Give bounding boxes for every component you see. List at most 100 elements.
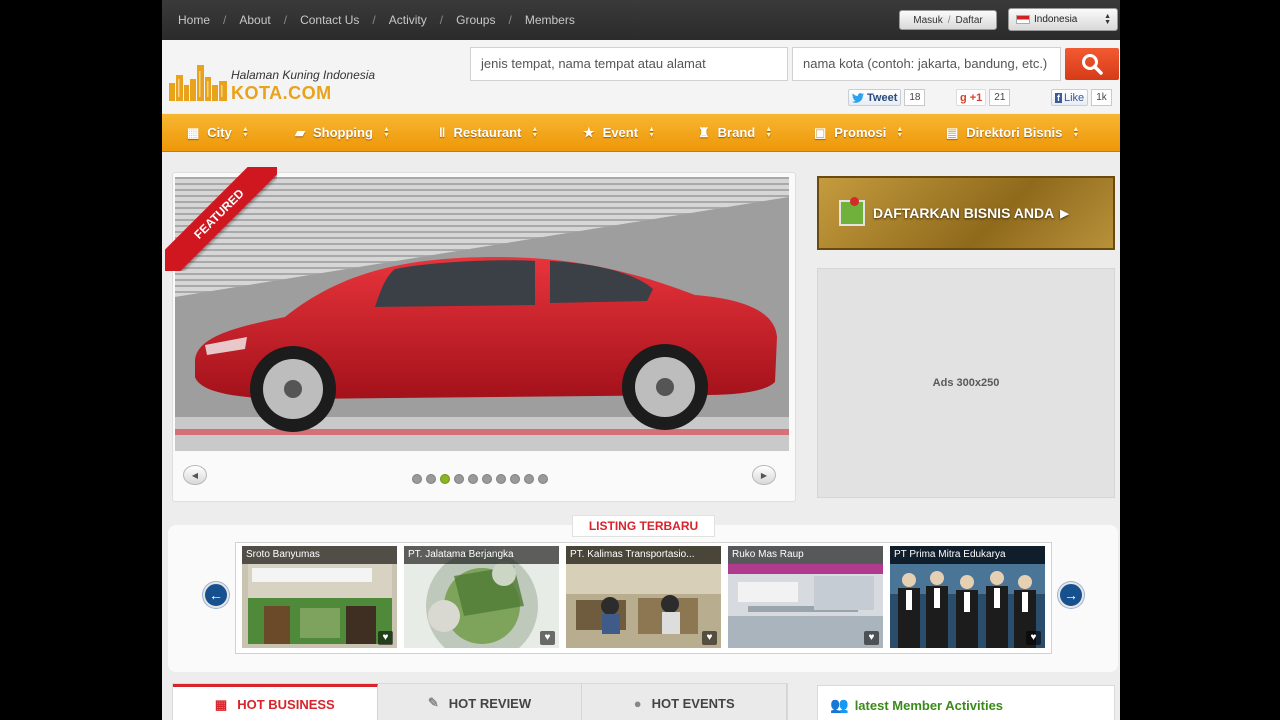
- nav-members-link[interactable]: Members: [525, 13, 575, 27]
- slider-dot[interactable]: [524, 474, 534, 484]
- nav-separator: /: [223, 13, 227, 27]
- slider-dot[interactable]: [440, 474, 450, 484]
- slider-dot[interactable]: [454, 474, 464, 484]
- heart-icon[interactable]: ♥: [864, 631, 879, 645]
- tab-hot-events-label: HOT EVENTS: [651, 695, 735, 711]
- like-label: Like: [1064, 91, 1085, 104]
- heart-icon[interactable]: ♥: [378, 631, 393, 645]
- login-link[interactable]: Masuk: [913, 15, 942, 26]
- search-button[interactable]: [1065, 48, 1119, 80]
- tweet-label: Tweet: [867, 91, 898, 104]
- tab-hot-business[interactable]: ▦ HOT BUSINESS: [173, 684, 378, 720]
- listing-name: Ruko Mas Raup: [728, 546, 883, 564]
- tweet-button[interactable]: Tweet: [848, 89, 902, 106]
- nav-activity-link[interactable]: Activity: [389, 13, 427, 27]
- gplus-button[interactable]: g +1: [956, 89, 987, 106]
- slider-dot[interactable]: [496, 474, 506, 484]
- sort-arrows-icon: ▲ ▼: [531, 125, 539, 139]
- page: Home / About / Contact Us / Activity / G…: [162, 0, 1120, 720]
- search-city-input[interactable]: nama kota (contoh: jakarta, bandung, etc…: [792, 47, 1061, 81]
- listing-title: LISTING TERBARU: [572, 515, 715, 537]
- slider-dot[interactable]: [426, 474, 436, 484]
- register-business-banner[interactable]: DAFTARKAN BISNIS ANDA ▶: [817, 176, 1115, 250]
- nav-groups-link[interactable]: Groups: [456, 13, 495, 27]
- heart-icon[interactable]: ♥: [1026, 631, 1041, 645]
- nav-shopping[interactable]: ▰ Shopping ▲ ▼: [295, 125, 390, 141]
- nav-separator: /: [439, 13, 444, 27]
- nav-promosi[interactable]: ▣ Promosi ▲ ▼: [814, 125, 903, 141]
- listing-name: PT Prima Mitra Edukarya: [890, 546, 1045, 564]
- arrow-right-icon: ▶: [1060, 207, 1069, 220]
- member-activities-title: latest Member Activities: [854, 697, 1004, 713]
- search-what-input[interactable]: jenis tempat, nama tempat atau alamat: [470, 47, 788, 81]
- nav-restaurant[interactable]: ǁ Restaurant ▲ ▼: [439, 125, 538, 140]
- register-link[interactable]: Daftar: [956, 15, 983, 26]
- nav-promosi-label: Promosi: [834, 125, 887, 140]
- nav-restaurant-label: Restaurant: [453, 125, 522, 140]
- nav-city[interactable]: ▦ City ▲ ▼: [187, 125, 249, 141]
- slider-next-button[interactable]: ▶: [752, 465, 776, 485]
- nav-event[interactable]: ★ Event ▲ ▼: [583, 125, 655, 141]
- register-business-label: DAFTARKAN BISNIS ANDA: [873, 205, 1055, 221]
- facebook-icon: f: [1055, 92, 1062, 103]
- sort-arrows-icon: ▲ ▼: [241, 125, 249, 139]
- nav-direktori[interactable]: ▤ Direktori Bisnis ▲ ▼: [946, 125, 1079, 141]
- nav-contact-link[interactable]: Contact Us: [300, 13, 359, 27]
- tab-hot-review[interactable]: ✎ HOT REVIEW: [378, 684, 583, 720]
- nav-brand[interactable]: ♜ Brand ▲ ▼: [698, 125, 772, 141]
- auth-separator: /: [947, 14, 951, 26]
- nav-event-label: Event: [602, 125, 639, 140]
- listing-card[interactable]: PT. Kalimas Transportasio... ♥: [566, 546, 721, 648]
- sort-arrows-icon: ▲ ▼: [382, 125, 390, 139]
- slider-dot[interactable]: [412, 474, 422, 484]
- site-logo[interactable]: Halaman Kuning Indonesia KOTA.COM: [169, 55, 399, 105]
- slider-dot[interactable]: [510, 474, 520, 484]
- language-value: Indonesia: [1034, 14, 1078, 25]
- twitter-bird-icon: [852, 92, 864, 103]
- tweet-count: 18: [904, 89, 926, 106]
- carousel-prev-button[interactable]: ←: [203, 582, 229, 608]
- listing-card[interactable]: Sroto Banyumas ♥: [242, 546, 397, 648]
- gplus-widget: g +1 21: [956, 89, 1011, 106]
- tweet-widget: Tweet 18: [848, 89, 926, 106]
- logo-brand: KOTA.COM: [231, 83, 332, 103]
- directory-icon: ▤: [946, 124, 959, 140]
- gplus-icon: g: [960, 91, 967, 104]
- slider-dots: [412, 474, 548, 484]
- sort-arrows-icon: ▲ ▼: [648, 125, 655, 139]
- language-select[interactable]: Indonesia ▲ ▼: [1008, 8, 1118, 31]
- listing-name: PT. Kalimas Transportasio...: [566, 546, 721, 564]
- star-icon: ★: [583, 124, 595, 140]
- sort-arrows-icon: ▲ ▼: [765, 125, 773, 139]
- fork-knife-icon: ǁ: [439, 125, 446, 140]
- featured-ribbon: FEATURED: [165, 167, 277, 271]
- slider-dot[interactable]: [538, 474, 548, 484]
- gplus-label: +1: [969, 91, 983, 104]
- heart-icon[interactable]: ♥: [540, 631, 555, 645]
- heart-icon[interactable]: ♥: [702, 631, 717, 645]
- nav-home-link[interactable]: Home: [178, 13, 210, 27]
- gplus-count: 21: [989, 89, 1011, 106]
- nav-separator: /: [508, 13, 512, 27]
- slider-dot[interactable]: [468, 474, 478, 484]
- coupon-icon: ▣: [814, 124, 827, 140]
- main-nav: ▦ City ▲ ▼ ▰ Shopping ▲ ▼ ǁ Restaurant ▲ ▼ …: [162, 114, 1120, 152]
- slider-dot[interactable]: [482, 474, 492, 484]
- slider-prev-button[interactable]: ◀: [183, 465, 207, 485]
- listing-card[interactable]: PT Prima Mitra Edukarya ♥: [890, 546, 1045, 648]
- listing-card[interactable]: PT. Jalatama Berjangka ♥: [404, 546, 559, 648]
- sort-arrows-icon: ▲ ▼: [896, 125, 904, 139]
- facebook-like-button[interactable]: f Like: [1051, 89, 1089, 106]
- nav-shopping-label: Shopping: [313, 125, 373, 140]
- nav-about-link[interactable]: About: [239, 13, 270, 27]
- header: Halaman Kuning Indonesia KOTA.COM jenis …: [162, 40, 1120, 113]
- tab-hot-events[interactable]: ● HOT EVENTS: [582, 684, 788, 720]
- shopping-bag-icon: ▰: [295, 124, 305, 140]
- carousel-next-button[interactable]: →: [1058, 582, 1084, 608]
- ads-placeholder: Ads 300x250: [817, 268, 1115, 498]
- users-icon: 👥: [830, 697, 849, 714]
- listing-card[interactable]: Ruko Mas Raup ♥: [728, 546, 883, 648]
- featured-ribbon-label: FEATURED: [165, 167, 277, 271]
- listing-name: PT. Jalatama Berjangka: [404, 546, 559, 564]
- indonesia-flag-icon: [1016, 15, 1030, 24]
